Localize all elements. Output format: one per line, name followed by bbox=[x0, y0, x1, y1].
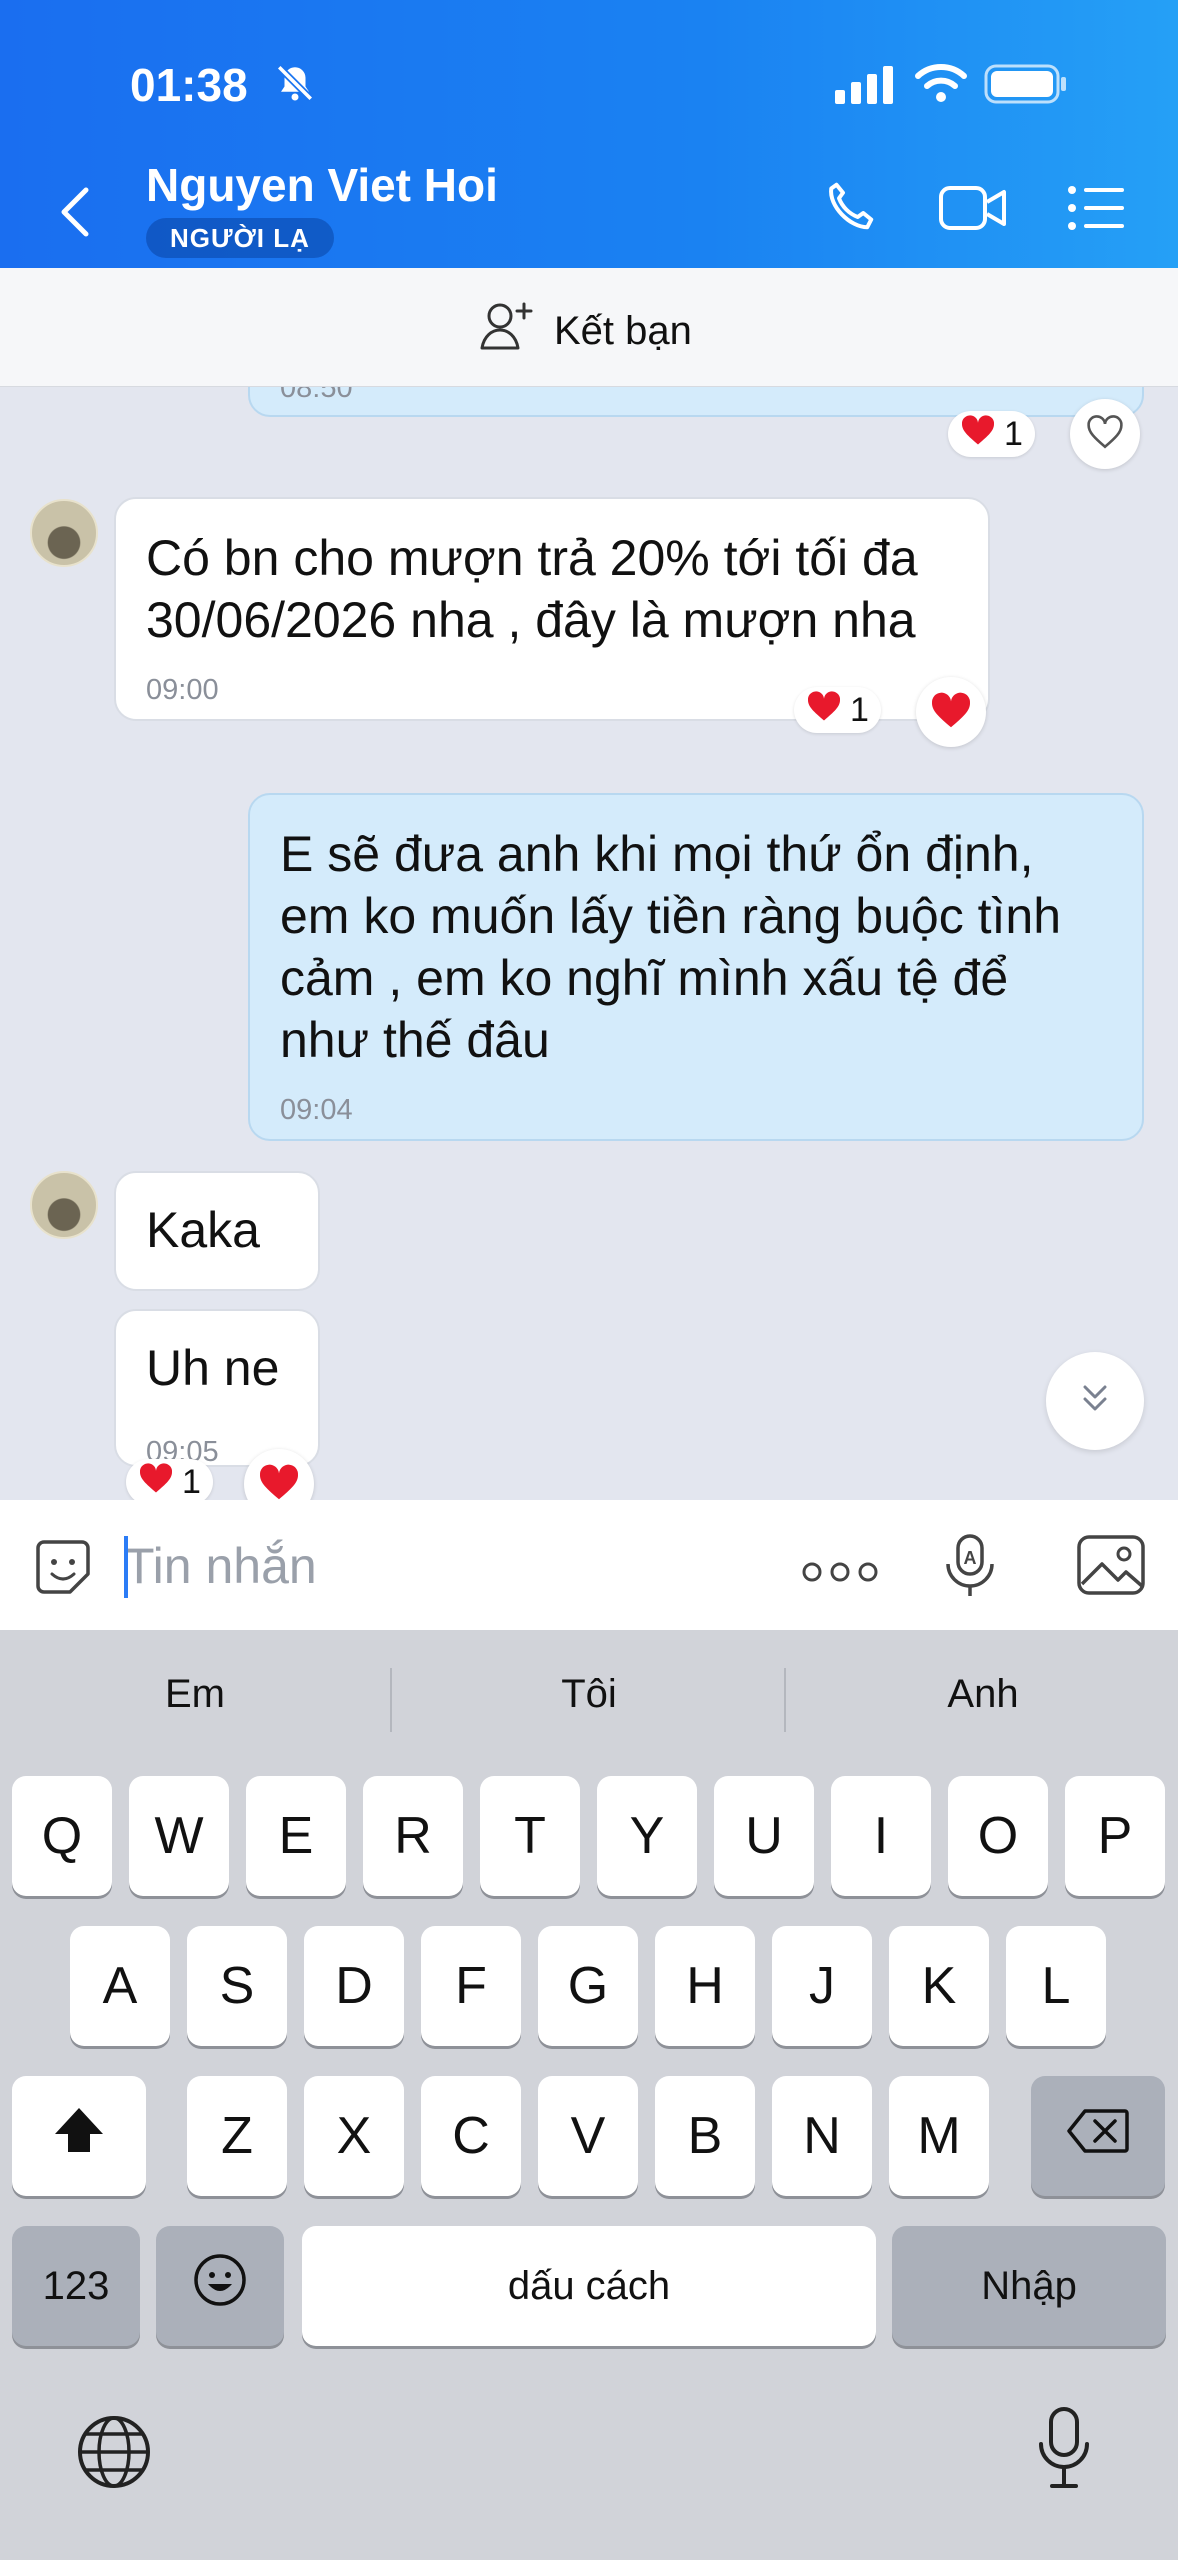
key-q[interactable]: Q bbox=[12, 1776, 112, 1896]
message-text: Có bn cho mượn trả 20% tới tối đa 30/06/… bbox=[146, 530, 918, 648]
numbers-key[interactable]: 123 bbox=[12, 2226, 140, 2346]
backspace-key[interactable] bbox=[1031, 2076, 1165, 2196]
key-s[interactable]: S bbox=[187, 1926, 287, 2046]
message-time: 09:04 bbox=[280, 1094, 353, 1126]
key-r[interactable]: R bbox=[363, 1776, 463, 1896]
back-button[interactable] bbox=[58, 186, 92, 243]
key-b[interactable]: B bbox=[655, 2076, 755, 2196]
message-time: 08:50 bbox=[280, 387, 353, 404]
reaction-count[interactable]: 1 bbox=[948, 411, 1035, 457]
key-w[interactable]: W bbox=[129, 1776, 229, 1896]
svg-text:A: A bbox=[964, 1548, 977, 1568]
bell-slash-icon bbox=[274, 62, 316, 109]
heart-icon bbox=[930, 691, 972, 734]
contact-name[interactable]: Nguyen Viet Hoi bbox=[146, 158, 498, 212]
more-options-icon[interactable] bbox=[802, 1560, 878, 1589]
message-bubble-received[interactable]: Uh ne 09:05 bbox=[114, 1309, 320, 1468]
message-text: Kaka bbox=[146, 1202, 260, 1258]
message-bubble-sent[interactable]: E sẽ đưa anh khi mọi thứ ổn định, em ko … bbox=[248, 793, 1144, 1141]
key-v[interactable]: V bbox=[538, 2076, 638, 2196]
video-call-icon[interactable] bbox=[938, 182, 1008, 239]
key-u[interactable]: U bbox=[714, 1776, 814, 1896]
reaction-count[interactable]: 1 bbox=[126, 1459, 213, 1500]
react-button[interactable] bbox=[916, 677, 986, 747]
message-input[interactable] bbox=[122, 1530, 766, 1602]
key-p[interactable]: P bbox=[1065, 1776, 1165, 1896]
menu-icon[interactable] bbox=[1068, 186, 1126, 235]
keyboard: Em Tôi Anh Q W E R T Y U I O P A S D F G… bbox=[0, 1630, 1178, 2560]
backspace-icon bbox=[1067, 2106, 1129, 2166]
image-icon[interactable] bbox=[1076, 1534, 1146, 1601]
key-x[interactable]: X bbox=[304, 2076, 404, 2196]
text-caret bbox=[124, 1536, 128, 1598]
key-a[interactable]: A bbox=[70, 1926, 170, 2046]
message-text: Uh ne bbox=[146, 1340, 280, 1396]
suggestion-em[interactable]: Em bbox=[0, 1672, 390, 1717]
shift-key[interactable] bbox=[12, 2076, 146, 2196]
suggestion-anh[interactable]: Anh bbox=[788, 1672, 1178, 1717]
heart-icon bbox=[138, 1462, 174, 1501]
suggestion-toi[interactable]: Tôi bbox=[394, 1672, 784, 1717]
key-i[interactable]: I bbox=[831, 1776, 931, 1896]
globe-icon[interactable] bbox=[76, 2414, 152, 2495]
key-n[interactable]: N bbox=[772, 2076, 872, 2196]
message-time: 09:00 bbox=[146, 674, 219, 706]
heart-icon bbox=[960, 414, 996, 455]
signal-icon bbox=[835, 66, 895, 111]
message-input-bar: A bbox=[0, 1500, 1178, 1630]
add-friend-label: Kết bạn bbox=[554, 308, 692, 353]
reaction-count[interactable]: 1 bbox=[794, 687, 881, 733]
key-c[interactable]: C bbox=[421, 2076, 521, 2196]
key-k[interactable]: K bbox=[889, 1926, 989, 2046]
divider bbox=[390, 1668, 392, 1732]
key-g[interactable]: G bbox=[538, 1926, 638, 2046]
react-button[interactable] bbox=[1070, 399, 1140, 469]
key-l[interactable]: L bbox=[1006, 1926, 1106, 2046]
message-bubble-received[interactable]: Kaka bbox=[114, 1171, 320, 1291]
heart-icon bbox=[258, 1463, 300, 1501]
emoji-key[interactable] bbox=[156, 2226, 284, 2346]
emoji-icon bbox=[192, 2252, 248, 2321]
divider bbox=[784, 1668, 786, 1732]
add-friend-button[interactable]: Kết bạn bbox=[480, 300, 692, 362]
sticker-icon[interactable] bbox=[30, 1534, 96, 1605]
key-t[interactable]: T bbox=[480, 1776, 580, 1896]
key-y[interactable]: Y bbox=[597, 1776, 697, 1896]
shift-arrow-icon bbox=[53, 2106, 105, 2167]
key-d[interactable]: D bbox=[304, 1926, 404, 2046]
voice-to-text-icon[interactable]: A bbox=[944, 1534, 996, 1603]
message-list[interactable]: 08:50 1 Có bn cho mượn trả 20% tới tối đ… bbox=[0, 387, 1178, 1500]
double-chevron-down-icon bbox=[1077, 1381, 1113, 1422]
heart-outline-icon bbox=[1085, 414, 1125, 455]
heart-icon bbox=[806, 690, 842, 731]
space-key[interactable]: dấu cách bbox=[302, 2226, 876, 2346]
stranger-badge: NGƯỜI LẠ bbox=[146, 218, 334, 258]
phone-icon[interactable] bbox=[820, 176, 880, 241]
chat-header: 01:38 Nguyen Viet Hoi NGƯỜI LẠ bbox=[0, 0, 1178, 268]
key-o[interactable]: O bbox=[948, 1776, 1048, 1896]
key-m[interactable]: M bbox=[889, 2076, 989, 2196]
message-text: E sẽ đưa anh khi mọi thứ ổn định, em ko … bbox=[280, 826, 1062, 1068]
key-f[interactable]: F bbox=[421, 1926, 521, 2046]
status-time: 01:38 bbox=[130, 59, 248, 111]
key-z[interactable]: Z bbox=[187, 2076, 287, 2196]
avatar[interactable] bbox=[30, 499, 98, 567]
scroll-to-bottom-button[interactable] bbox=[1046, 1352, 1144, 1450]
key-h[interactable]: H bbox=[655, 1926, 755, 2046]
add-user-icon bbox=[480, 300, 536, 362]
return-key[interactable]: Nhập bbox=[892, 2226, 1166, 2346]
battery-icon bbox=[984, 64, 1068, 109]
key-e[interactable]: E bbox=[246, 1776, 346, 1896]
dictation-mic-icon[interactable] bbox=[1036, 2406, 1092, 2497]
avatar[interactable] bbox=[30, 1171, 98, 1239]
wifi-icon bbox=[914, 60, 968, 109]
key-j[interactable]: J bbox=[772, 1926, 872, 2046]
